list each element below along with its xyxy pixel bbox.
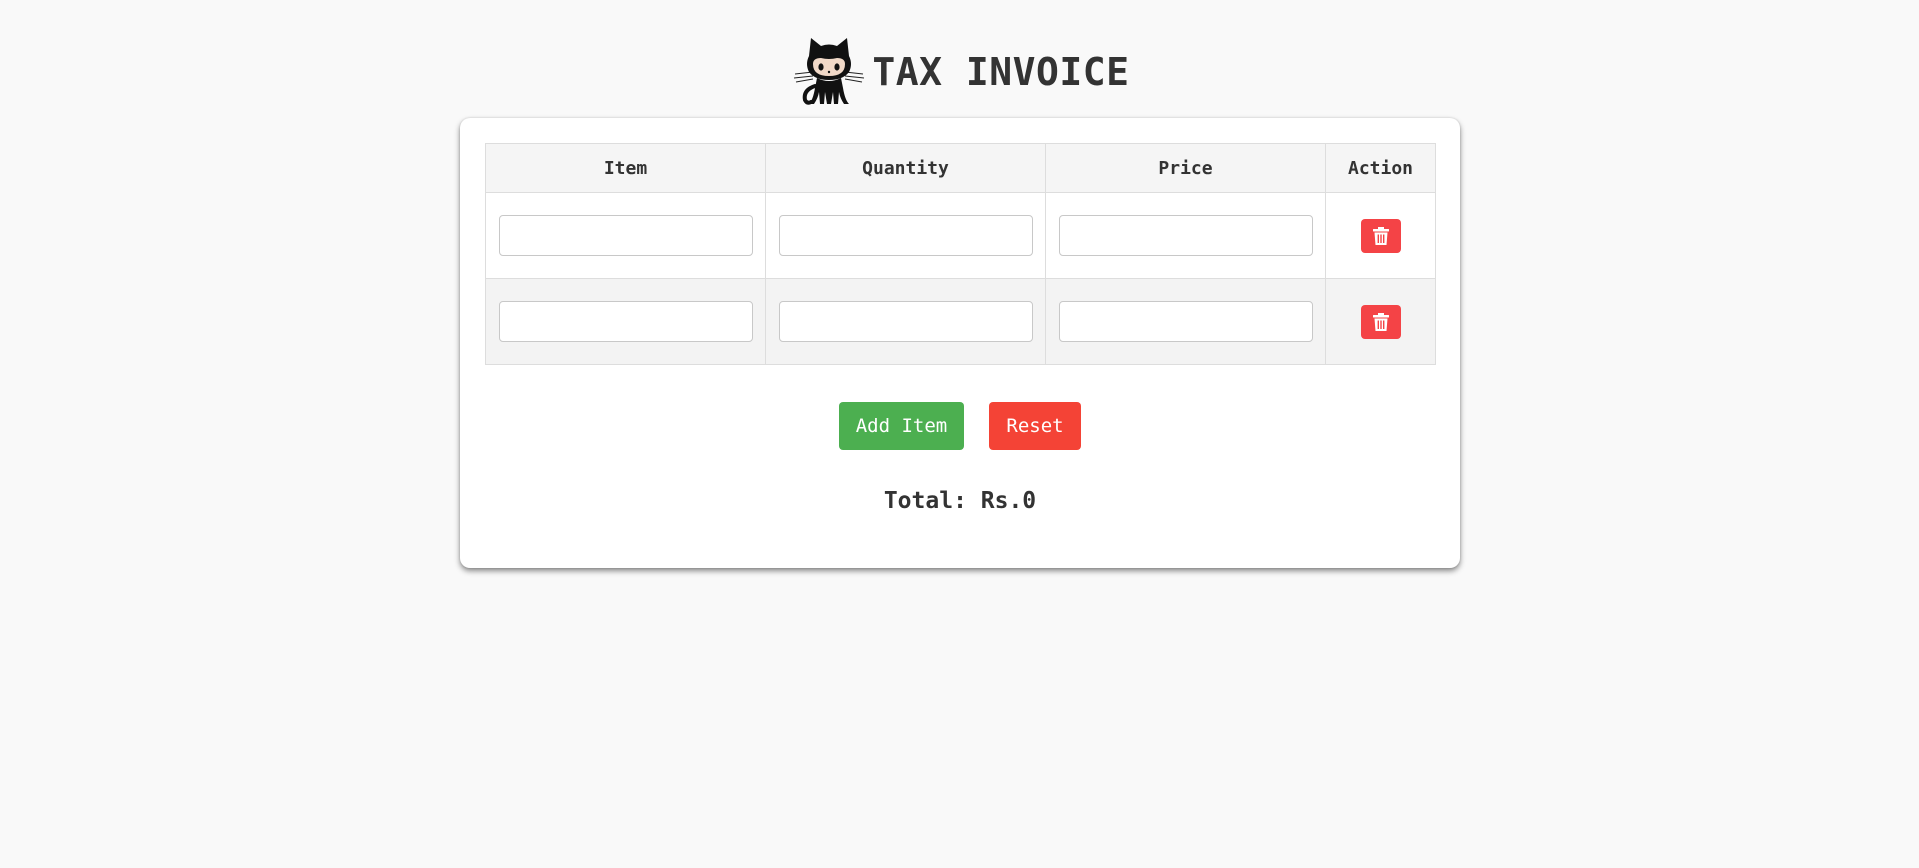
trash-icon	[1372, 226, 1389, 245]
column-header-item: Item	[485, 143, 766, 193]
action-buttons: Add Item Reset	[460, 402, 1460, 450]
page-title: TAX INVOICE	[872, 50, 1130, 94]
quantity-cell	[765, 278, 1046, 365]
item-cell	[485, 278, 766, 365]
quantity-cell	[765, 192, 1046, 279]
invoice-table: Item Quantity Price Action	[485, 143, 1436, 365]
table-row	[485, 192, 1436, 279]
invoice-total: Total: Rs.0	[883, 488, 1037, 514]
price-cell	[1045, 278, 1326, 365]
item-input[interactable]	[498, 301, 753, 342]
price-cell	[1045, 192, 1326, 279]
add-item-button[interactable]: Add Item	[839, 402, 964, 450]
invoice-card: Item Quantity Price Action Add Item Rese…	[460, 118, 1460, 568]
table-row	[485, 278, 1436, 365]
action-cell	[1325, 192, 1436, 279]
delete-row-button[interactable]	[1360, 304, 1401, 339]
price-input[interactable]	[1058, 215, 1313, 256]
column-header-quantity: Quantity	[765, 143, 1046, 193]
item-input[interactable]	[498, 215, 753, 256]
item-cell	[485, 192, 766, 279]
action-cell	[1325, 278, 1436, 365]
column-header-price: Price	[1045, 143, 1326, 193]
trash-icon	[1372, 312, 1389, 331]
quantity-input[interactable]	[778, 215, 1033, 256]
column-header-action: Action	[1325, 143, 1436, 193]
reset-button[interactable]: Reset	[989, 402, 1081, 450]
octocat-icon	[794, 38, 865, 105]
table-header-row: Item Quantity Price Action	[485, 143, 1436, 193]
price-input[interactable]	[1058, 301, 1313, 342]
quantity-input[interactable]	[778, 301, 1033, 342]
page-header: TAX INVOICE	[0, 34, 1919, 106]
delete-row-button[interactable]	[1360, 218, 1401, 253]
